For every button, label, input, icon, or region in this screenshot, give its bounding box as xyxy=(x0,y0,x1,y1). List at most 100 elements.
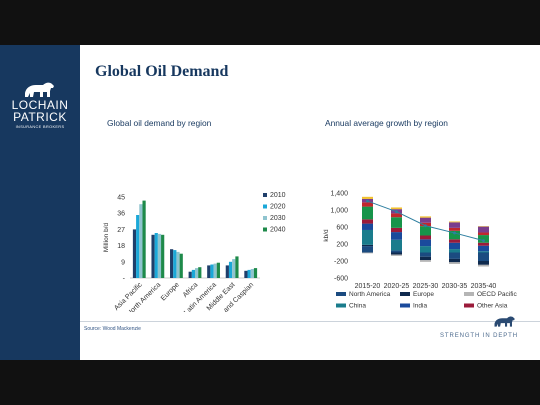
y-tick-label: 1,000 xyxy=(330,208,348,215)
stack-Europe-3 xyxy=(449,258,460,263)
total-point-2 xyxy=(424,224,427,228)
bar-2020-1 xyxy=(154,233,158,278)
stack-North America-4 xyxy=(478,252,489,261)
stack-India-2 xyxy=(420,239,431,247)
bar-2030-1 xyxy=(157,233,162,278)
stack-China-4 xyxy=(478,251,489,253)
stack-Other Asia-4 xyxy=(478,242,489,246)
bar-2010-3 xyxy=(188,271,192,278)
y-tick-label: 200 xyxy=(336,242,348,249)
stack-India-4 xyxy=(478,245,489,252)
bar-2030-3 xyxy=(195,268,199,278)
bar-2040-4 xyxy=(216,262,220,278)
bar-2020-0 xyxy=(136,215,140,278)
bar-2020-2 xyxy=(173,250,177,278)
bar-2030-6 xyxy=(250,269,254,278)
stack-Other Asia-3 xyxy=(449,239,460,243)
stack-OECD Pacific-0 xyxy=(362,252,373,254)
x-tick-label: 2030-35 xyxy=(442,283,468,290)
stack-FSU-3 xyxy=(449,221,460,223)
stack-North America-3 xyxy=(449,252,460,259)
chart2-title: Annual average growth by region xyxy=(325,118,448,128)
stack-Europe-1 xyxy=(391,252,402,255)
legend-label: 2040 xyxy=(270,227,286,234)
y-tick-label: 45 xyxy=(117,195,125,202)
sidebar: LOCHAIN PATRICK INSURANCE BROKERS xyxy=(0,45,80,360)
stack-India-1 xyxy=(391,232,402,240)
logo-line2: PATRICK xyxy=(13,110,67,124)
x-tick-label: 2025-30 xyxy=(413,283,439,290)
page-title: Global Oil Demand xyxy=(95,63,229,80)
y-tick-label: 9 xyxy=(121,259,125,266)
stack-FSU-0 xyxy=(362,196,373,199)
stack-Latin America-4 xyxy=(478,232,489,236)
legend-swatch-Europe xyxy=(400,292,410,296)
y-tick-label: - xyxy=(123,276,126,283)
legend-label: 2030 xyxy=(270,215,286,222)
total-point-0 xyxy=(366,199,369,203)
bar-2040-0 xyxy=(142,200,146,278)
bear-footer-icon xyxy=(494,316,515,327)
stack-Europe-2 xyxy=(420,256,431,261)
stack-China-3 xyxy=(449,249,460,253)
total-point-1 xyxy=(395,210,398,214)
y-tick-label: 36 xyxy=(117,211,125,218)
stack-Middle East-0 xyxy=(362,206,373,220)
logo-line3: INSURANCE BROKERS xyxy=(15,125,65,129)
stack-China-0 xyxy=(362,229,373,245)
tagline: STRENGTH IN DEPTH xyxy=(440,333,518,339)
y-tick-label: -200 xyxy=(334,259,348,266)
bar-2040-3 xyxy=(198,267,202,278)
y-tick-label: 27 xyxy=(117,227,125,234)
legend-label: India xyxy=(413,303,427,310)
stack-Latin America-3 xyxy=(449,227,460,231)
bar-2010-6 xyxy=(244,270,248,278)
x-tick-label: 2015-20 xyxy=(355,283,381,290)
stack-India-3 xyxy=(449,242,460,250)
bar-2030-2 xyxy=(176,251,180,278)
legend-swatch-2040 xyxy=(263,227,267,232)
legend-label: OECD Pacific xyxy=(477,291,517,298)
bar-2030-4 xyxy=(213,263,217,278)
legend-swatch-2020 xyxy=(263,204,267,209)
legend-label: 2020 xyxy=(270,204,286,211)
bottom-letterbox xyxy=(0,360,540,405)
source-note: Source: Wood Mackenzie xyxy=(84,326,141,332)
stack-North America-1 xyxy=(391,250,402,253)
bar-2010-5 xyxy=(225,265,229,278)
total-point-3 xyxy=(453,231,456,235)
legend-swatch-China xyxy=(336,303,346,308)
slide: LOCHAIN PATRICK INSURANCE BROKERS Global… xyxy=(0,45,540,360)
bar-2010-1 xyxy=(151,234,155,278)
bar-2040-2 xyxy=(179,253,183,278)
y-tick-label: -600 xyxy=(334,276,348,283)
legend-label: 2010 xyxy=(270,192,286,199)
stack-FSU-1 xyxy=(391,207,402,210)
stack-Africa-2 xyxy=(420,217,431,223)
stack-OECD Pacific-4 xyxy=(478,264,489,267)
bar-2030-0 xyxy=(139,204,143,278)
legend-label: Other Asia xyxy=(477,303,508,310)
x-tick-label: 2035-40 xyxy=(471,283,497,290)
bar-2020-4 xyxy=(210,264,214,278)
bar-2040-5 xyxy=(235,256,239,278)
bar-2020-6 xyxy=(247,269,251,278)
top-letterbox xyxy=(0,0,540,45)
y-tick-label: 600 xyxy=(336,225,348,232)
stack-Other Asia-2 xyxy=(420,235,431,240)
bar-2040-6 xyxy=(253,268,258,278)
bar-2020-5 xyxy=(228,261,233,278)
legend-swatch-OECD Pacific xyxy=(464,292,474,296)
stack-China-2 xyxy=(420,246,431,253)
stack-North America-2 xyxy=(420,252,431,257)
footer-divider xyxy=(80,321,540,322)
company-logo: LOCHAIN PATRICK INSURANCE BROKERS xyxy=(0,79,80,129)
legend-swatch-North America xyxy=(336,292,346,296)
chart1-title: Global oil demand by region xyxy=(107,118,212,128)
bar-2010-2 xyxy=(170,249,174,278)
bar-2010-4 xyxy=(207,265,211,278)
stack-OECD Pacific-2 xyxy=(420,260,431,262)
stack-China-1 xyxy=(391,239,402,251)
stack-OECD Pacific-3 xyxy=(449,262,460,264)
legend-label: Europe xyxy=(413,291,434,298)
